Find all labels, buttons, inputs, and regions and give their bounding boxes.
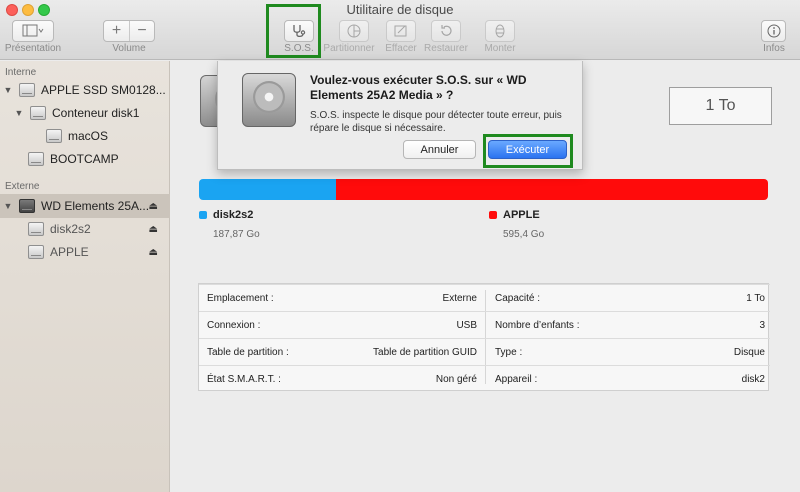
container-icon xyxy=(30,106,46,120)
internal-section-header: Interne xyxy=(5,67,37,78)
table-row: Emplacement : Externe Capacité : 1 To xyxy=(199,284,770,311)
sidebar: Interne ▼ APPLE SSD SM0128... ▼ Conteneu… xyxy=(0,61,170,492)
usage-segment-disk2s2 xyxy=(199,179,336,200)
table-row: Table de partition : Table de partition … xyxy=(199,338,770,365)
sidebar-item-label: disk2s2 xyxy=(50,222,91,236)
mount-icon xyxy=(495,24,505,38)
sidebar-item-disk2s2[interactable]: disk2s2 ⏏ xyxy=(0,218,170,240)
partition-button[interactable] xyxy=(339,20,369,42)
sidebar-item-label: WD Elements 25A... xyxy=(41,199,150,213)
presentation-label: Présentation xyxy=(4,43,62,54)
sidebar-item-bootcamp[interactable]: BOOTCAMP xyxy=(0,148,170,170)
legend-name-apple: APPLE xyxy=(503,209,540,221)
hard-disk-icon xyxy=(19,83,35,97)
info-key: Appareil : xyxy=(495,374,538,385)
sidebar-item-macos[interactable]: macOS xyxy=(0,125,170,147)
info-value: Table de partition GUID xyxy=(373,347,477,358)
volume-icon xyxy=(46,129,62,143)
disclosure-triangle-icon[interactable]: ▼ xyxy=(3,201,13,211)
erase-label: Effacer xyxy=(385,43,417,54)
eject-icon[interactable]: ⏏ xyxy=(149,201,158,212)
dialog-title: Voulez-vous exécuter S.O.S. sur « WD Ele… xyxy=(310,73,527,102)
info-value: Non géré xyxy=(435,374,477,385)
sidebar-item-wd-elements[interactable]: ▼ WD Elements 25A... ⏏ xyxy=(0,194,170,218)
info-key: Connexion : xyxy=(207,320,261,331)
sidebar-item-label: macOS xyxy=(68,129,109,143)
sidebar-item-label: BOOTCAMP xyxy=(50,152,119,166)
mount-button[interactable] xyxy=(485,20,515,42)
cancel-button[interactable]: Annuler xyxy=(403,140,476,159)
usage-segment-apple xyxy=(335,179,768,200)
legend-name-disk2s2: disk2s2 xyxy=(213,209,254,221)
info-value: Disque xyxy=(733,347,765,358)
add-volume-button[interactable]: + xyxy=(104,21,129,41)
info-button[interactable] xyxy=(761,20,786,42)
info-value: USB xyxy=(456,320,477,331)
legend-size-disk2s2: 187,87 Go xyxy=(213,229,260,240)
run-highlight-box xyxy=(483,134,573,168)
info-key: Type : xyxy=(495,347,523,358)
eject-icon[interactable]: ⏏ xyxy=(149,247,158,258)
erase-icon xyxy=(394,25,407,37)
sidebar-icon xyxy=(22,24,44,37)
hard-disk-icon xyxy=(242,73,296,127)
volume-segmented-control: + − xyxy=(103,20,155,42)
eject-icon[interactable]: ⏏ xyxy=(149,224,158,235)
partition-label: Partitionner xyxy=(323,43,375,54)
presentation-button[interactable] xyxy=(12,20,54,42)
table-row: Connexion : USB Nombre d’enfants : 3 xyxy=(199,311,770,338)
sidebar-item-container-disk1[interactable]: ▼ Conteneur disk1 xyxy=(0,102,170,124)
info-value: 3 xyxy=(759,320,765,331)
restore-icon xyxy=(441,25,452,36)
info-value: 1 To xyxy=(746,293,765,304)
info-key: Nombre d’enfants : xyxy=(495,320,580,331)
info-key: Emplacement : xyxy=(207,293,274,304)
info-key: Table de partition : xyxy=(207,347,289,358)
table-row: État S.M.A.R.T. : Non géré Appareil : di… xyxy=(199,365,770,392)
legend-swatch-disk2s2 xyxy=(199,211,207,219)
info-value: Externe xyxy=(442,293,477,304)
erase-button[interactable] xyxy=(386,20,416,42)
remove-volume-button[interactable]: − xyxy=(129,21,154,41)
legend-size-apple: 595,4 Go xyxy=(503,229,545,240)
toolbar: Utilitaire de disque Présentation + − Vo… xyxy=(0,0,800,60)
window-title: Utilitaire de disque xyxy=(346,2,454,17)
external-disk-icon xyxy=(19,199,35,213)
restore-label: Restaurer xyxy=(424,43,468,54)
usage-bar xyxy=(199,179,768,200)
mount-label: Monter xyxy=(484,43,516,54)
sidebar-item-label: Conteneur disk1 xyxy=(52,106,140,120)
disk-info-table: Emplacement : Externe Capacité : 1 To Co… xyxy=(198,283,770,392)
sidebar-item-label: APPLE xyxy=(50,245,89,259)
capacity-badge: 1 To xyxy=(669,87,772,125)
restore-button[interactable] xyxy=(431,20,461,42)
sidebar-item-label: APPLE SSD SM0128... xyxy=(41,83,166,97)
pie-icon xyxy=(347,24,361,38)
sos-highlight-box xyxy=(266,4,321,58)
disclosure-triangle-icon[interactable]: ▼ xyxy=(14,108,24,118)
info-label: Infos xyxy=(763,43,785,54)
disclosure-triangle-icon[interactable]: ▼ xyxy=(3,85,13,95)
info-icon xyxy=(767,24,780,38)
volume-icon xyxy=(28,222,44,236)
volume-icon xyxy=(28,152,44,166)
volume-icon xyxy=(28,245,44,259)
dialog-message: S.O.S. inspecte le disque pour détecter … xyxy=(310,110,562,134)
volume-label: Volume xyxy=(112,43,146,54)
sidebar-item-apple-ssd[interactable]: ▼ APPLE SSD SM0128... xyxy=(0,79,170,101)
info-value: disk2 xyxy=(741,374,765,385)
external-section-header: Externe xyxy=(5,181,40,192)
sidebar-item-apple-volume[interactable]: APPLE ⏏ xyxy=(0,241,170,263)
legend-swatch-apple xyxy=(489,211,497,219)
info-key: Capacité : xyxy=(495,293,541,304)
info-key: État S.M.A.R.T. : xyxy=(207,374,281,385)
